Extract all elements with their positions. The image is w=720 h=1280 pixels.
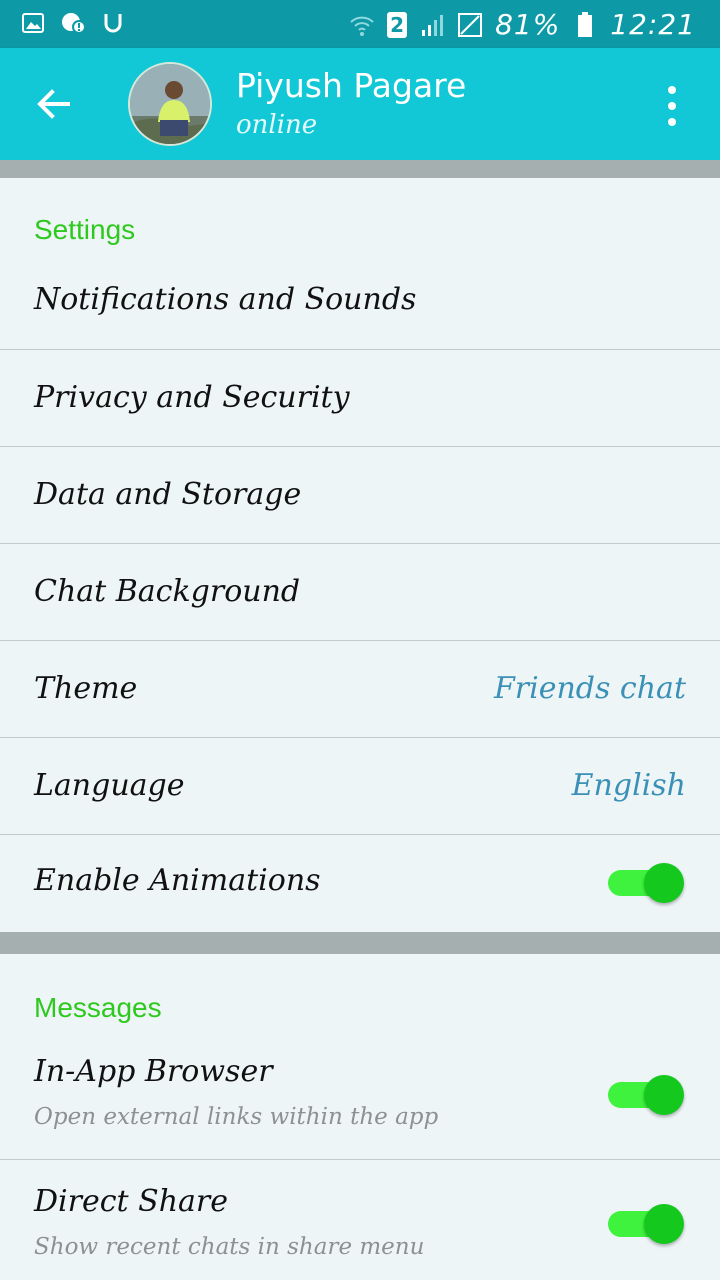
language-row[interactable]: Language English [0,738,720,835]
privacy-and-security-row[interactable]: Privacy and Security [0,350,720,447]
row-label: Privacy and Security [34,380,350,415]
row-label: Language [34,768,185,803]
direct-share-row[interactable]: Direct Share Show recent chats in share … [0,1160,720,1280]
section-divider [0,160,720,178]
row-label: In-App Browser [34,1054,273,1089]
row-label: Enable Animations [34,863,321,898]
row-label: Theme [34,671,138,706]
row-label: Chat Background [34,574,301,609]
theme-value: Friends chat [493,671,686,706]
signal-icon [419,12,445,38]
no-signal-icon [457,12,483,38]
back-arrow-icon[interactable] [34,84,74,124]
data-and-storage-row[interactable]: Data and Storage [0,447,720,544]
notifications-and-sounds-row[interactable]: Notifications and Sounds [0,252,720,350]
settings-section-title: Settings [34,214,136,245]
messages-section-title: Messages [34,992,162,1023]
battery-icon [572,11,598,38]
battery-percent: 81% [495,8,561,41]
row-description: Open external links within the app [34,1104,439,1130]
chat-background-row[interactable]: Chat Background [0,544,720,641]
sim-2-icon: 2 [387,11,408,38]
enable-animations-toggle[interactable] [608,863,684,903]
clock: 12:21 [610,8,696,41]
enable-animations-row[interactable]: Enable Animations [0,835,720,932]
in-app-browser-row[interactable]: In-App Browser Open external links withi… [0,1030,720,1160]
row-label: Notifications and Sounds [34,282,417,317]
chat-alert-icon [60,10,86,36]
status-bar: 2 81% 12:21 [0,0,720,48]
row-description: Show recent chats in share menu [34,1234,425,1260]
gallery-icon [20,10,46,36]
wifi-icon [349,12,375,38]
direct-share-toggle[interactable] [608,1204,684,1244]
contact-name: Piyush Pagare [236,66,467,105]
u-icon [100,10,126,36]
row-label: Data and Storage [34,477,302,512]
section-divider [0,932,720,954]
language-value: English [571,768,686,803]
app-bar: Piyush Pagare online [0,48,720,160]
row-label: Direct Share [34,1184,228,1219]
contact-status: online [236,110,318,140]
more-options-icon[interactable] [660,86,684,126]
in-app-browser-toggle[interactable] [608,1075,684,1115]
avatar[interactable] [128,62,212,146]
theme-row[interactable]: Theme Friends chat [0,641,720,738]
